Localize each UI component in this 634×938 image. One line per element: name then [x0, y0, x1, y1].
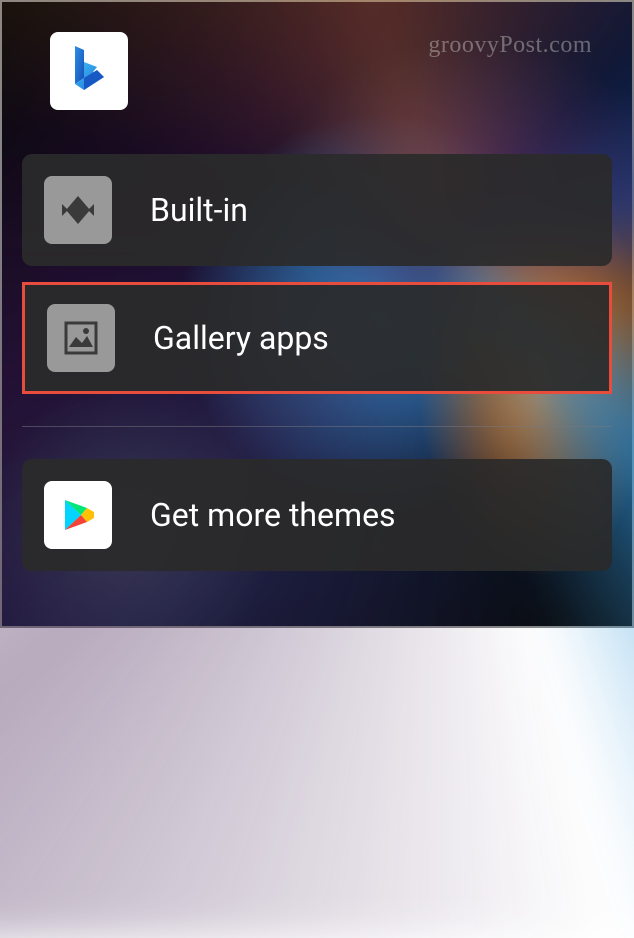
menu-divider — [22, 426, 612, 427]
watermark-text: groovyPost.com — [428, 32, 592, 59]
menu-item-label: Built-in — [150, 191, 248, 229]
menu-item-gallery-apps[interactable]: Gallery apps — [22, 282, 612, 394]
menu-item-get-more-themes[interactable]: Get more themes — [22, 459, 612, 571]
gallery-icon — [47, 304, 115, 372]
themes-menu: Built-in Gallery apps — [22, 154, 612, 571]
playstore-icon — [44, 481, 112, 549]
menu-item-label: Get more themes — [150, 496, 396, 534]
builtin-icon — [44, 176, 112, 244]
bing-icon — [67, 42, 111, 100]
menu-item-label: Gallery apps — [153, 319, 329, 357]
menu-item-builtin[interactable]: Built-in — [22, 154, 612, 266]
bing-logo-shortcut[interactable] — [50, 32, 128, 110]
